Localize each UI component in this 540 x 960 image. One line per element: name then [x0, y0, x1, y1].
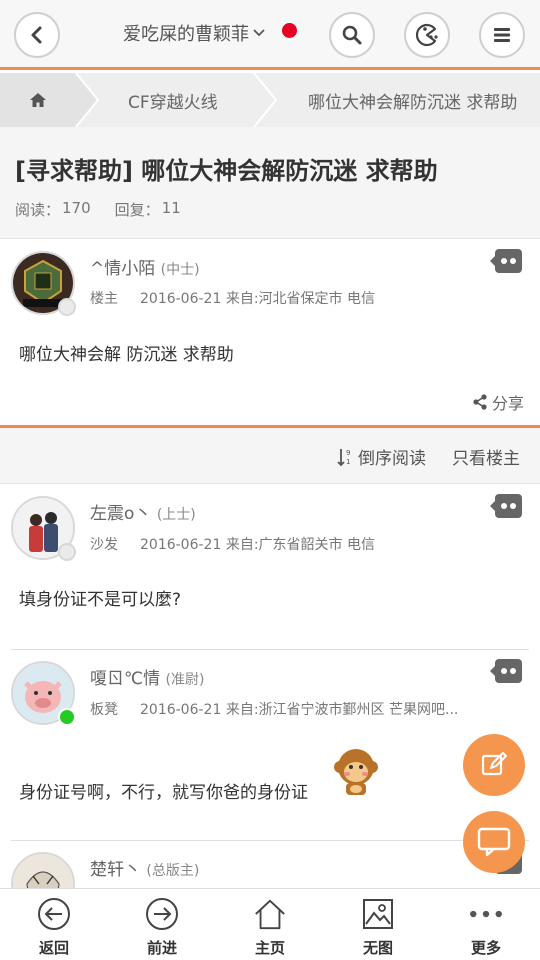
post-date: 2016-06-21: [140, 537, 222, 553]
post-date: 2016-06-21: [140, 291, 222, 307]
post-reply: 楚轩丶 (总版主): [0, 841, 540, 888]
floor-label: 楼主: [90, 291, 118, 307]
post-content: 身份证号啊，不行，就写你爸的身份证: [19, 783, 308, 803]
sort-icon: 91: [337, 448, 350, 466]
share-label: 分享: [492, 394, 525, 413]
svg-text:9: 9: [346, 449, 350, 457]
reads-count: 170: [62, 199, 91, 217]
avatar[interactable]: [11, 661, 76, 726]
breadcrumb-home[interactable]: [0, 73, 76, 127]
post-meta: 板凳 2016-06-21 来自:浙江省宁波市鄞州区 芒果网吧...: [90, 699, 458, 719]
author-rank: (总版主): [146, 863, 200, 879]
avatar[interactable]: [11, 852, 75, 888]
avatar[interactable]: [11, 496, 76, 561]
offline-status-dot: [58, 298, 76, 316]
image-icon: [363, 899, 393, 929]
thread-stats: 阅读： 170 回复： 11: [15, 199, 181, 220]
menu-icon: [494, 28, 510, 42]
search-button[interactable]: [329, 12, 375, 58]
author-rank: (上士): [156, 507, 196, 523]
thread-title: [寻求帮助] 哪位大神会解防沉迷 求帮助: [15, 157, 438, 185]
breadcrumb-thread[interactable]: 哪位大神会解防沉迷 求帮助: [308, 73, 517, 127]
post-meta: 沙发 2016-06-21 来自:广东省韶关市 电信: [90, 534, 375, 554]
sort-bar: 91 倒序阅读 只看楼主: [0, 425, 540, 484]
post-author[interactable]: 楚轩丶 (总版主): [90, 855, 199, 880]
post-author[interactable]: 嗄ㄖ℃情 (准尉): [90, 664, 204, 689]
chevron-left-icon: [31, 26, 42, 44]
forum-title-dropdown[interactable]: 爱吃屎的曹颖菲: [123, 20, 265, 46]
post-reply: 左震o丶 (上士) 沙发 2016-06-21 来自:广东省韶关市 电信 填身份…: [0, 485, 540, 650]
post-author[interactable]: 左震o丶 (上士): [90, 499, 196, 524]
more-dots-icon: [470, 910, 502, 918]
reply-bubble-icon[interactable]: [488, 657, 524, 685]
reply-bubble-icon[interactable]: [488, 492, 524, 520]
nav-home[interactable]: 主页: [216, 889, 324, 960]
post-date: 2016-06-21: [140, 702, 222, 718]
game-button[interactable]: [404, 12, 450, 58]
post-source: 来自:浙江省宁波市鄞州区 芒果网吧...: [225, 702, 459, 718]
home-icon: [30, 93, 46, 107]
nav-no-image-label: 无图: [362, 939, 393, 957]
post-content: 填身份证不是可以麼?: [19, 590, 182, 610]
breadcrumb-separator: [72, 73, 100, 127]
edit-icon: [481, 752, 507, 776]
nav-forward[interactable]: 前进: [108, 889, 216, 960]
avatar[interactable]: [11, 251, 76, 316]
comment-icon: [477, 827, 511, 857]
breadcrumb-forum[interactable]: CF穿越火线: [128, 73, 218, 127]
owner-only-button[interactable]: 只看楼主: [452, 444, 520, 469]
reply-button[interactable]: [463, 811, 525, 873]
nav-more[interactable]: 更多: [432, 889, 540, 960]
avatar-image: [13, 854, 73, 888]
home-outline-icon: [255, 899, 285, 930]
online-status-dot: [58, 708, 76, 726]
post-op: ^情小陌 (中士) 楼主 2016-06-21 来自:河北省保定市 电信 哪位大…: [0, 240, 540, 425]
post-content: 哪位大神会解 防沉迷 求帮助: [19, 345, 234, 365]
floor-label: 沙发: [90, 537, 118, 553]
chevron-down-icon: [253, 26, 265, 40]
owner-only-label: 只看楼主: [452, 449, 520, 469]
forum-title: 爱吃屎的曹颖菲: [123, 24, 249, 45]
author-rank: (准尉): [165, 672, 205, 688]
nav-back[interactable]: 返回: [0, 889, 108, 960]
monkey-emoji-icon: [334, 749, 378, 795]
post-author[interactable]: ^情小陌 (中士): [90, 254, 200, 279]
menu-button[interactable]: [479, 12, 525, 58]
author-rank: (中士): [160, 262, 200, 278]
reply-bubble-icon[interactable]: [488, 247, 524, 275]
replies-label: 回复：: [114, 201, 160, 219]
bottom-navigation: 返回 前进 主页 无图 更多: [0, 888, 540, 960]
pacman-icon: [415, 23, 438, 47]
notification-dot: [282, 23, 297, 38]
nav-forward-label: 前进: [146, 939, 177, 957]
back-button[interactable]: [14, 12, 60, 58]
nav-no-image[interactable]: 无图: [324, 889, 432, 960]
floor-label: 板凳: [90, 702, 118, 718]
nav-home-label: 主页: [254, 939, 285, 957]
arrow-left-circle-icon: [38, 898, 70, 930]
breadcrumb: CF穿越火线 哪位大神会解防沉迷 求帮助: [0, 73, 540, 127]
nav-back-label: 返回: [38, 939, 69, 957]
search-icon: [342, 25, 362, 45]
thread-header: [寻求帮助] 哪位大神会解防沉迷 求帮助 阅读： 170 回复： 11: [0, 127, 540, 239]
reverse-order-label: 倒序阅读: [358, 449, 426, 469]
offline-status-dot: [58, 543, 76, 561]
share-button[interactable]: 分享: [472, 390, 524, 414]
reverse-order-button[interactable]: 91 倒序阅读: [336, 444, 426, 469]
share-icon: [473, 394, 487, 410]
nav-more-label: 更多: [470, 939, 501, 957]
reads-label: 阅读：: [15, 201, 61, 219]
post-reply: 嗄ㄖ℃情 (准尉) 板凳 2016-06-21 来自:浙江省宁波市鄞州区 芒果网…: [0, 650, 540, 840]
svg-text:1: 1: [346, 458, 350, 466]
replies-count: 11: [161, 199, 181, 217]
arrow-right-circle-icon: [146, 898, 178, 930]
post-source: 来自:广东省韶关市 电信: [225, 537, 375, 553]
compose-button[interactable]: [463, 734, 525, 796]
post-source: 来自:河北省保定市 电信: [225, 291, 375, 307]
top-bar: 爱吃屎的曹颖菲: [0, 0, 540, 70]
post-meta: 楼主 2016-06-21 来自:河北省保定市 电信: [90, 288, 375, 308]
breadcrumb-separator: [253, 73, 278, 127]
